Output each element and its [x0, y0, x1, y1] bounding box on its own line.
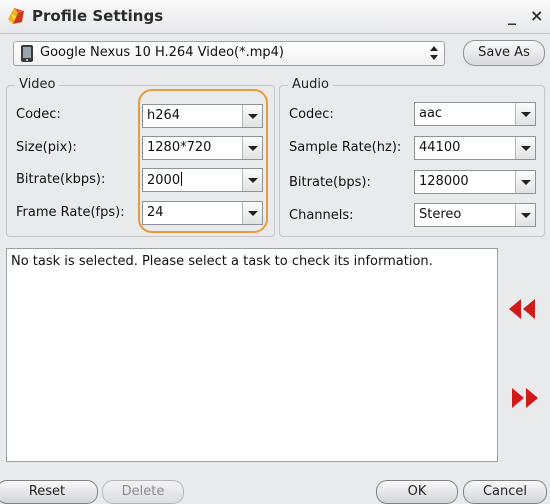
rewind-arrows-icon[interactable] [508, 298, 536, 320]
task-info-panel: No task is selected. Please select a tas… [6, 248, 498, 462]
profile-dropdown[interactable]: Google Nexus 10 H.264 Video(*.mp4) [13, 41, 445, 66]
phone-device-icon [21, 45, 33, 62]
task-info-message: No task is selected. Please select a tas… [11, 254, 433, 269]
save-as-button[interactable]: Save As [463, 40, 545, 66]
cancel-button[interactable]: Cancel [463, 480, 547, 504]
audio-bitrate-label: Bitrate(bps): [289, 175, 371, 190]
chevron-down-icon[interactable] [515, 204, 535, 226]
audio-channels-label: Channels: [289, 208, 354, 223]
audio-group-label: Audio [288, 77, 333, 92]
audio-codec-select[interactable]: aac [414, 102, 536, 126]
audio-sample-rate-select[interactable]: 44100 [414, 136, 536, 160]
audio-sample-rate-value: 44100 [419, 140, 461, 155]
reset-button[interactable]: Reset [0, 480, 98, 504]
app-logo-icon [8, 8, 24, 24]
video-group-label: Video [15, 77, 60, 92]
close-button[interactable]: × [530, 6, 543, 26]
highlight-annotation [138, 89, 268, 233]
audio-codec-label: Codec: [289, 107, 334, 122]
title-bar: Profile Settings _ × [0, 0, 550, 34]
audio-channels-select[interactable]: Stereo [414, 203, 536, 227]
video-codec-label: Codec: [16, 107, 61, 122]
chevron-down-icon[interactable] [515, 171, 535, 193]
ok-button[interactable]: OK [376, 480, 458, 504]
window-title: Profile Settings [32, 7, 164, 25]
up-down-icon [430, 46, 438, 60]
delete-button[interactable]: Delete [102, 480, 184, 504]
audio-bitrate-select[interactable]: 128000 [414, 170, 536, 194]
chevron-down-icon[interactable] [515, 103, 535, 125]
forward-arrows-icon[interactable] [511, 387, 539, 409]
profile-value: Google Nexus 10 H.264 Video(*.mp4) [40, 45, 284, 60]
chevron-down-icon[interactable] [515, 137, 535, 159]
minimize-button[interactable]: _ [508, 6, 516, 26]
audio-codec-value: aac [419, 106, 443, 121]
video-frame-rate-label: Frame Rate(fps): [16, 205, 125, 220]
audio-sample-rate-label: Sample Rate(hz): [289, 140, 402, 155]
video-bitrate-label: Bitrate(kbps): [16, 172, 106, 187]
audio-bitrate-value: 128000 [419, 174, 469, 189]
audio-channels-value: Stereo [419, 207, 462, 222]
video-size-label: Size(pix): [16, 140, 77, 155]
